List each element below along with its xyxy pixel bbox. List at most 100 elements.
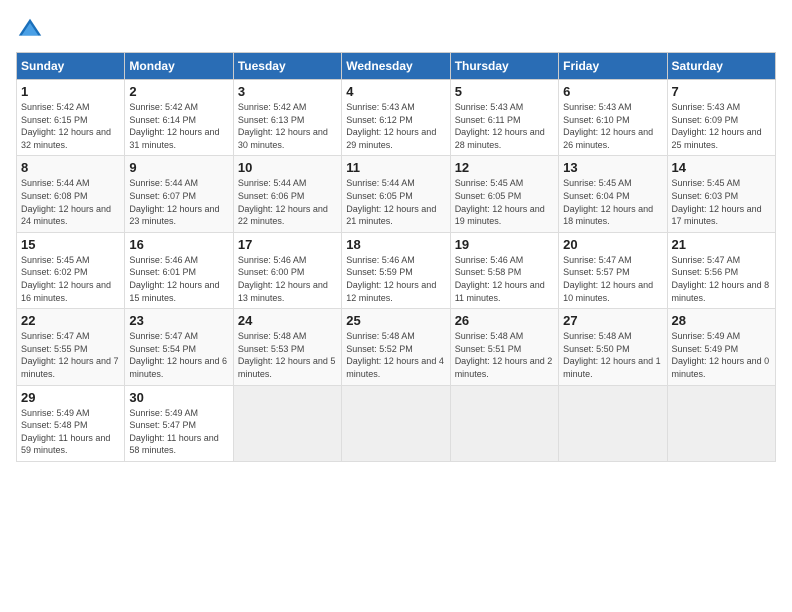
calendar-day-cell: 3 Sunrise: 5:42 AM Sunset: 6:13 PM Dayli… [233, 80, 341, 156]
sunrise-text: Sunrise: 5:46 AM [346, 255, 415, 265]
sunset-text: Sunset: 6:03 PM [672, 191, 739, 201]
sunset-text: Sunset: 6:02 PM [21, 267, 88, 277]
calendar-day-cell: 2 Sunrise: 5:42 AM Sunset: 6:14 PM Dayli… [125, 80, 233, 156]
daylight-text: Daylight: 12 hours and 16 minutes. [21, 280, 111, 303]
day-number: 21 [672, 237, 771, 252]
calendar-week-row: 15 Sunrise: 5:45 AM Sunset: 6:02 PM Dayl… [17, 232, 776, 308]
calendar-day-cell: 22 Sunrise: 5:47 AM Sunset: 5:55 PM Dayl… [17, 309, 125, 385]
calendar-table: SundayMondayTuesdayWednesdayThursdayFrid… [16, 52, 776, 462]
sunset-text: Sunset: 6:14 PM [129, 115, 196, 125]
day-number: 2 [129, 84, 228, 99]
sunset-text: Sunset: 6:00 PM [238, 267, 305, 277]
sunrise-text: Sunrise: 5:49 AM [672, 331, 741, 341]
day-info: Sunrise: 5:42 AM Sunset: 6:15 PM Dayligh… [21, 101, 120, 151]
logo-icon [16, 16, 44, 44]
calendar-week-row: 22 Sunrise: 5:47 AM Sunset: 5:55 PM Dayl… [17, 309, 776, 385]
daylight-text: Daylight: 12 hours and 10 minutes. [563, 280, 653, 303]
daylight-text: Daylight: 12 hours and 25 minutes. [672, 127, 762, 150]
calendar-day-cell [667, 385, 775, 461]
day-info: Sunrise: 5:42 AM Sunset: 6:14 PM Dayligh… [129, 101, 228, 151]
daylight-text: Daylight: 12 hours and 6 minutes. [129, 356, 227, 379]
day-number: 30 [129, 390, 228, 405]
calendar-day-cell: 7 Sunrise: 5:43 AM Sunset: 6:09 PM Dayli… [667, 80, 775, 156]
day-info: Sunrise: 5:46 AM Sunset: 6:01 PM Dayligh… [129, 254, 228, 304]
day-info: Sunrise: 5:42 AM Sunset: 6:13 PM Dayligh… [238, 101, 337, 151]
daylight-text: Daylight: 12 hours and 19 minutes. [455, 204, 545, 227]
sunrise-text: Sunrise: 5:45 AM [563, 178, 632, 188]
sunset-text: Sunset: 5:58 PM [455, 267, 522, 277]
daylight-text: Daylight: 12 hours and 7 minutes. [21, 356, 119, 379]
calendar-week-row: 29 Sunrise: 5:49 AM Sunset: 5:48 PM Dayl… [17, 385, 776, 461]
sunset-text: Sunset: 6:10 PM [563, 115, 630, 125]
calendar-day-cell: 30 Sunrise: 5:49 AM Sunset: 5:47 PM Dayl… [125, 385, 233, 461]
sunrise-text: Sunrise: 5:47 AM [129, 331, 198, 341]
day-info: Sunrise: 5:44 AM Sunset: 6:07 PM Dayligh… [129, 177, 228, 227]
sunrise-text: Sunrise: 5:45 AM [21, 255, 90, 265]
sunset-text: Sunset: 6:12 PM [346, 115, 413, 125]
sunset-text: Sunset: 5:47 PM [129, 420, 196, 430]
calendar-day-cell: 5 Sunrise: 5:43 AM Sunset: 6:11 PM Dayli… [450, 80, 558, 156]
day-info: Sunrise: 5:48 AM Sunset: 5:52 PM Dayligh… [346, 330, 445, 380]
calendar-day-cell: 21 Sunrise: 5:47 AM Sunset: 5:56 PM Dayl… [667, 232, 775, 308]
calendar-week-row: 8 Sunrise: 5:44 AM Sunset: 6:08 PM Dayli… [17, 156, 776, 232]
daylight-text: Daylight: 12 hours and 11 minutes. [455, 280, 545, 303]
sunset-text: Sunset: 6:05 PM [346, 191, 413, 201]
sunset-text: Sunset: 6:07 PM [129, 191, 196, 201]
daylight-text: Daylight: 12 hours and 23 minutes. [129, 204, 219, 227]
day-info: Sunrise: 5:43 AM Sunset: 6:09 PM Dayligh… [672, 101, 771, 151]
sunset-text: Sunset: 5:48 PM [21, 420, 88, 430]
sunset-text: Sunset: 5:59 PM [346, 267, 413, 277]
sunrise-text: Sunrise: 5:43 AM [563, 102, 632, 112]
day-info: Sunrise: 5:48 AM Sunset: 5:53 PM Dayligh… [238, 330, 337, 380]
day-number: 16 [129, 237, 228, 252]
sunrise-text: Sunrise: 5:48 AM [238, 331, 307, 341]
sunrise-text: Sunrise: 5:48 AM [455, 331, 524, 341]
sunset-text: Sunset: 6:15 PM [21, 115, 88, 125]
sunset-text: Sunset: 5:52 PM [346, 344, 413, 354]
sunrise-text: Sunrise: 5:43 AM [346, 102, 415, 112]
day-header-sunday: Sunday [17, 53, 125, 80]
day-header-saturday: Saturday [667, 53, 775, 80]
daylight-text: Daylight: 12 hours and 1 minute. [563, 356, 661, 379]
calendar-day-cell: 4 Sunrise: 5:43 AM Sunset: 6:12 PM Dayli… [342, 80, 450, 156]
daylight-text: Daylight: 12 hours and 2 minutes. [455, 356, 553, 379]
sunset-text: Sunset: 5:55 PM [21, 344, 88, 354]
day-number: 1 [21, 84, 120, 99]
daylight-text: Daylight: 12 hours and 22 minutes. [238, 204, 328, 227]
logo [16, 16, 48, 44]
day-number: 3 [238, 84, 337, 99]
day-header-friday: Friday [559, 53, 667, 80]
day-header-monday: Monday [125, 53, 233, 80]
day-info: Sunrise: 5:47 AM Sunset: 5:55 PM Dayligh… [21, 330, 120, 380]
calendar-day-cell: 12 Sunrise: 5:45 AM Sunset: 6:05 PM Dayl… [450, 156, 558, 232]
calendar-day-cell: 26 Sunrise: 5:48 AM Sunset: 5:51 PM Dayl… [450, 309, 558, 385]
sunrise-text: Sunrise: 5:46 AM [455, 255, 524, 265]
day-info: Sunrise: 5:44 AM Sunset: 6:08 PM Dayligh… [21, 177, 120, 227]
day-number: 11 [346, 160, 445, 175]
sunrise-text: Sunrise: 5:46 AM [129, 255, 198, 265]
calendar-header-row: SundayMondayTuesdayWednesdayThursdayFrid… [17, 53, 776, 80]
daylight-text: Daylight: 12 hours and 0 minutes. [672, 356, 770, 379]
calendar-day-cell: 29 Sunrise: 5:49 AM Sunset: 5:48 PM Dayl… [17, 385, 125, 461]
sunset-text: Sunset: 5:54 PM [129, 344, 196, 354]
sunset-text: Sunset: 6:06 PM [238, 191, 305, 201]
day-info: Sunrise: 5:45 AM Sunset: 6:03 PM Dayligh… [672, 177, 771, 227]
day-header-wednesday: Wednesday [342, 53, 450, 80]
calendar-day-cell: 18 Sunrise: 5:46 AM Sunset: 5:59 PM Dayl… [342, 232, 450, 308]
sunrise-text: Sunrise: 5:44 AM [21, 178, 90, 188]
sunset-text: Sunset: 6:05 PM [455, 191, 522, 201]
sunset-text: Sunset: 6:13 PM [238, 115, 305, 125]
day-info: Sunrise: 5:44 AM Sunset: 6:05 PM Dayligh… [346, 177, 445, 227]
day-number: 18 [346, 237, 445, 252]
sunrise-text: Sunrise: 5:44 AM [346, 178, 415, 188]
day-info: Sunrise: 5:49 AM Sunset: 5:47 PM Dayligh… [129, 407, 228, 457]
sunset-text: Sunset: 5:51 PM [455, 344, 522, 354]
sunrise-text: Sunrise: 5:47 AM [563, 255, 632, 265]
sunset-text: Sunset: 6:01 PM [129, 267, 196, 277]
sunset-text: Sunset: 5:49 PM [672, 344, 739, 354]
day-number: 26 [455, 313, 554, 328]
calendar-day-cell: 17 Sunrise: 5:46 AM Sunset: 6:00 PM Dayl… [233, 232, 341, 308]
day-info: Sunrise: 5:46 AM Sunset: 6:00 PM Dayligh… [238, 254, 337, 304]
day-info: Sunrise: 5:49 AM Sunset: 5:49 PM Dayligh… [672, 330, 771, 380]
day-number: 19 [455, 237, 554, 252]
